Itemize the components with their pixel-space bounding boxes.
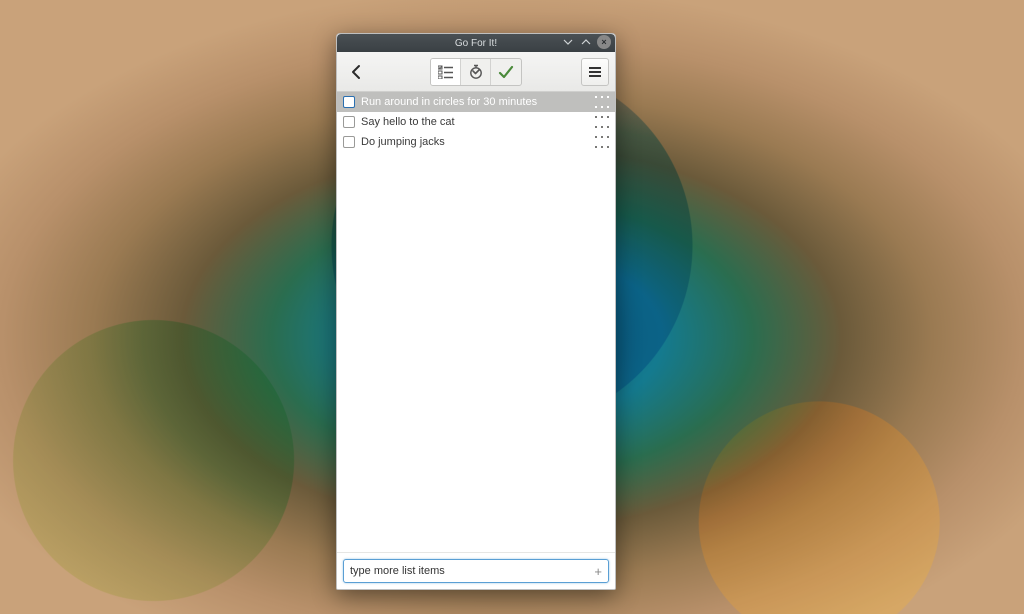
task-label: Run around in circles for 30 minutes: [361, 96, 589, 108]
desktop-wallpaper: Go For It! ×: [0, 0, 1024, 614]
task-checkbox[interactable]: [343, 96, 355, 108]
task-checkbox[interactable]: [343, 136, 355, 148]
drag-handle-icon[interactable]: [595, 96, 609, 108]
titlebar[interactable]: Go For It! ×: [337, 34, 615, 52]
list-check-icon: [438, 65, 454, 79]
task-row[interactable]: Run around in circles for 30 minutes: [337, 92, 615, 112]
tab-list[interactable]: [431, 59, 461, 85]
task-row[interactable]: Do jumping jacks: [337, 132, 615, 152]
task-label: Do jumping jacks: [361, 136, 589, 148]
view-tabs: [430, 58, 522, 86]
task-label: Say hello to the cat: [361, 116, 589, 128]
task-row[interactable]: Say hello to the cat: [337, 112, 615, 132]
chevron-left-icon: [348, 63, 366, 81]
app-window: Go For It! ×: [336, 33, 616, 590]
menu-button[interactable]: [581, 58, 609, 86]
drag-handle-icon[interactable]: [595, 136, 609, 148]
tab-timer[interactable]: [461, 59, 491, 85]
add-task-input[interactable]: [350, 565, 588, 577]
footer: +: [337, 552, 615, 589]
minimize-icon[interactable]: [561, 35, 575, 49]
window-title: Go For It!: [455, 38, 497, 49]
back-button[interactable]: [343, 58, 371, 86]
drag-handle-icon[interactable]: [595, 116, 609, 128]
timer-icon: [468, 64, 484, 80]
window-controls: ×: [561, 35, 611, 49]
close-icon[interactable]: ×: [597, 35, 611, 49]
maximize-icon[interactable]: [579, 35, 593, 49]
toolbar: [337, 52, 615, 92]
hamburger-icon: [588, 66, 602, 78]
add-task-plus-icon[interactable]: +: [594, 565, 602, 578]
task-checkbox[interactable]: [343, 116, 355, 128]
tab-done[interactable]: [491, 59, 521, 85]
add-task-field[interactable]: +: [343, 559, 609, 583]
check-icon: [498, 64, 514, 80]
task-list[interactable]: Run around in circles for 30 minutes Say…: [337, 92, 615, 552]
